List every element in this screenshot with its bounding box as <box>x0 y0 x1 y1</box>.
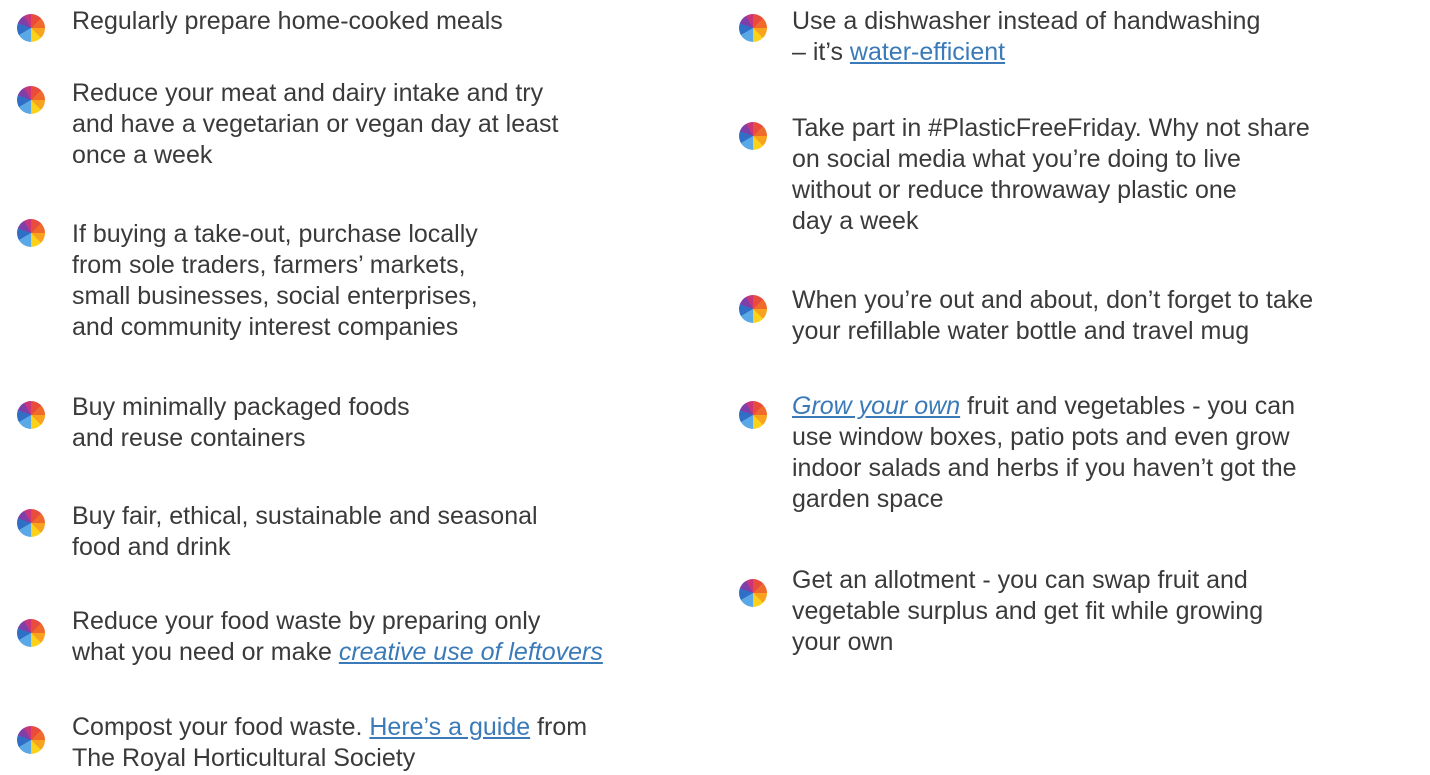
tip-text: Take part in #PlasticFreeFriday. Why not… <box>792 114 1310 235</box>
tip-text: If buying a take-out, purchase locally f… <box>72 220 478 341</box>
tip-text: Buy minimally packaged foods and reuse c… <box>72 393 410 452</box>
color-wheel-bullet-icon <box>17 86 45 114</box>
tip-text: Grow your own fruit and vegetables - you… <box>792 392 1297 513</box>
water-efficient-link[interactable]: water-efficient <box>850 38 1005 66</box>
tip-text: Compost your food waste. Here’s a guide … <box>72 713 588 772</box>
tip-text: Get an allotment - you can swap fruit an… <box>792 566 1264 656</box>
color-wheel-bullet-icon <box>17 14 45 42</box>
tip-text: Reduce your meat and dairy intake and tr… <box>72 79 559 169</box>
color-wheel-bullet-icon <box>17 726 45 754</box>
grow-your-own-link[interactable]: Grow your own <box>792 392 960 420</box>
color-wheel-bullet-icon <box>17 619 45 647</box>
color-wheel-bullet-icon <box>739 122 767 150</box>
compost-guide-link[interactable]: Here’s a guide <box>369 713 530 741</box>
color-wheel-bullet-icon <box>739 14 767 42</box>
color-wheel-bullet-icon <box>17 219 45 247</box>
color-wheel-bullet-icon <box>739 579 767 607</box>
tip-text: Reduce your food waste by preparing only… <box>72 607 603 666</box>
color-wheel-bullet-icon <box>17 509 45 537</box>
tip-text: When you’re out and about, don’t forget … <box>792 286 1314 345</box>
color-wheel-bullet-icon <box>17 401 45 429</box>
color-wheel-bullet-icon <box>739 295 767 323</box>
tip-text: Buy fair, ethical, sustainable and seaso… <box>72 502 538 561</box>
creative-use-of-leftovers-link[interactable]: creative use of leftovers <box>339 638 603 666</box>
tip-text: Regularly prepare home-cooked meals <box>72 7 503 35</box>
color-wheel-bullet-icon <box>739 401 767 429</box>
tip-text: Use a dishwasher instead of handwashing … <box>792 7 1261 66</box>
